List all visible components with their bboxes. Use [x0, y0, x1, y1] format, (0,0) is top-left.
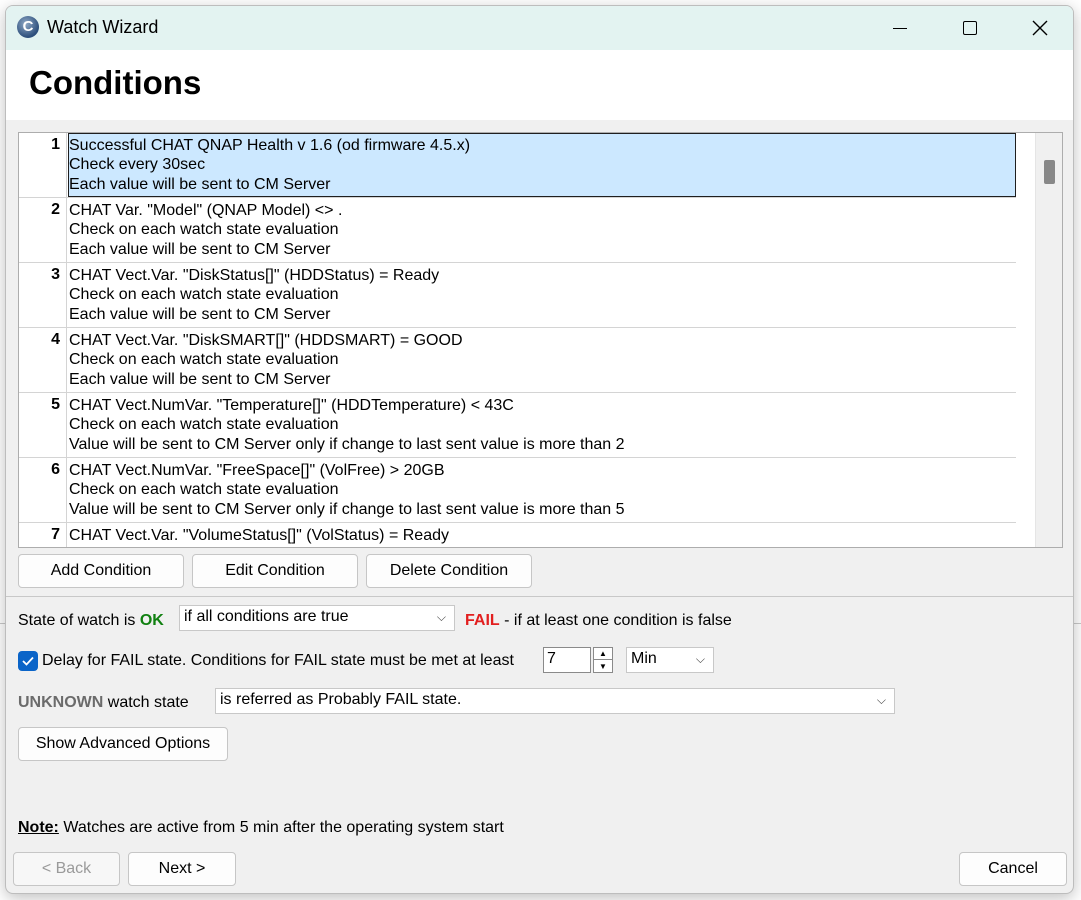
delay-spinner: ▲ ▼	[593, 647, 613, 673]
condition-text: CHAT Vect.NumVar. "Temperature[]" (HDDTe…	[68, 393, 1016, 457]
condition-number: 1	[19, 133, 67, 197]
edit-condition-button[interactable]: Edit Condition	[192, 554, 358, 588]
condition-line: CHAT Vect.NumVar. "FreeSpace[]" (VolFree…	[69, 462, 445, 479]
condition-line: CHAT Var. "Model" (QNAP Model) <> .	[69, 202, 343, 219]
watch-wizard-window: C Watch Wizard Conditions 1 Successful CH…	[5, 5, 1074, 894]
condition-line	[69, 545, 1016, 547]
fail-label: FAIL	[465, 612, 500, 629]
minimize-icon	[893, 27, 907, 29]
state-condition-select[interactable]: if all conditions are true ⌵	[179, 605, 455, 631]
condition-line: Each value will be sent to CM Server	[69, 240, 331, 258]
next-button[interactable]: Next >	[128, 852, 236, 886]
condition-text: CHAT Var. "Model" (QNAP Model) <> . Check…	[68, 198, 1016, 262]
condition-line: Check on each watch state evaluation	[69, 416, 339, 434]
condition-line: Check on each watch state evaluation	[69, 481, 339, 499]
condition-line: Check every 30sec	[69, 156, 206, 174]
condition-text: CHAT Vect.Var. "DiskStatus[]" (HDDStatus…	[68, 263, 1016, 327]
chevron-down-icon: ⌵	[695, 652, 705, 666]
condition-line: Each value will be sent to CM Server	[69, 370, 331, 388]
unknown-suffix: watch state	[103, 694, 189, 711]
add-condition-button[interactable]: Add Condition	[18, 554, 184, 588]
delay-fail-checkbox[interactable]	[18, 651, 38, 671]
condition-row[interactable]: 2 CHAT Var. "Model" (QNAP Model) <> . Chec…	[19, 198, 1016, 263]
minimize-button[interactable]	[865, 6, 935, 50]
condition-text: CHAT Vect.Var. "DiskSMART[]" (HDDSMART) …	[68, 328, 1016, 392]
maximize-button[interactable]	[935, 6, 1005, 50]
background-app-edge-right	[1073, 80, 1081, 100]
app-icon: C	[17, 16, 39, 38]
condition-number: 5	[19, 393, 67, 457]
condition-number: 6	[19, 458, 67, 522]
wizard-header: Conditions	[6, 50, 1073, 120]
condition-line: CHAT Vect.Var. "VolumeStatus[]" (VolStat…	[69, 527, 449, 544]
spin-down-button[interactable]: ▼	[593, 660, 613, 673]
delete-condition-button[interactable]: Delete Condition	[366, 554, 532, 588]
spin-up-button[interactable]: ▲	[593, 647, 613, 660]
chevron-down-icon: ⌵	[876, 693, 886, 707]
condition-line: Successful CHAT QNAP Health v 1.6 (od fi…	[69, 137, 471, 154]
condition-line: Value will be sent to CM Server only if …	[69, 435, 625, 453]
window-title: Watch Wizard	[47, 17, 159, 37]
unknown-state-select[interactable]: is referred as Probably FAIL state. ⌵	[215, 688, 895, 714]
page-title: Conditions	[29, 64, 202, 101]
condition-number: 2	[19, 198, 67, 262]
condition-line: Check on each watch state evaluation	[69, 221, 339, 239]
unknown-state-value: is referred as Probably FAIL state.	[220, 691, 462, 708]
condition-number: 3	[19, 263, 67, 327]
condition-row[interactable]: 4 CHAT Vect.Var. "DiskSMART[]" (HDDSMART)…	[19, 328, 1016, 393]
condition-row[interactable]: 7 CHAT Vect.Var. "VolumeStatus[]" (VolSta…	[19, 523, 1016, 547]
list-scrollbar[interactable]	[1035, 133, 1062, 547]
show-advanced-options-button[interactable]: Show Advanced Options	[18, 727, 228, 761]
delay-fail-label: Delay for FAIL state. Conditions for FAI…	[42, 652, 514, 669]
title-bar[interactable]: C Watch Wizard	[6, 6, 1073, 50]
condition-line: Check on each watch state evaluation	[69, 286, 339, 304]
scrollbar-thumb[interactable]	[1044, 160, 1055, 184]
condition-line: CHAT Vect.NumVar. "Temperature[]" (HDDTe…	[69, 397, 514, 414]
chevron-down-icon: ⌵	[436, 610, 446, 624]
section-divider	[6, 596, 1073, 597]
delay-value-input[interactable]: 7	[543, 647, 591, 673]
state-label: State of watch is OK	[18, 612, 164, 630]
checkmark-icon	[22, 656, 34, 666]
condition-row[interactable]: 6 CHAT Vect.NumVar. "FreeSpace[]" (VolFre…	[19, 458, 1016, 523]
condition-line: Each value will be sent to CM Server	[69, 175, 331, 193]
state-condition-value: if all conditions are true	[184, 608, 349, 625]
condition-number: 7	[19, 523, 67, 547]
condition-line: CHAT Vect.Var. "DiskSMART[]" (HDDSMART) …	[69, 332, 463, 349]
condition-text: CHAT Vect.NumVar. "FreeSpace[]" (VolFree…	[68, 458, 1016, 522]
fail-description: FAIL - if at least one condition is fals…	[465, 612, 732, 630]
condition-line: Check on each watch state evaluation	[69, 351, 339, 369]
delay-unit-value: Min	[631, 650, 657, 667]
delay-unit-select[interactable]: Min ⌵	[626, 647, 714, 673]
condition-row[interactable]: 3 CHAT Vect.Var. "DiskStatus[]" (HDDStatu…	[19, 263, 1016, 328]
condition-text: CHAT Vect.Var. "VolumeStatus[]" (VolStat…	[68, 523, 1016, 547]
state-prefix: State of watch is	[18, 612, 140, 629]
condition-number: 4	[19, 328, 67, 392]
condition-line: Value will be sent to CM Server only if …	[69, 500, 625, 518]
back-button[interactable]: < Back	[13, 852, 120, 886]
condition-row[interactable]: 5 CHAT Vect.NumVar. "Temperature[]" (HDDT…	[19, 393, 1016, 458]
condition-line: CHAT Vect.Var. "DiskStatus[]" (HDDStatus…	[69, 267, 440, 284]
unknown-state-label: UNKNOWN watch state	[18, 694, 189, 712]
cancel-button[interactable]: Cancel	[959, 852, 1067, 886]
fail-suffix: - if at least one condition is false	[499, 612, 732, 629]
note-text: Note: Watches are active from 5 min afte…	[18, 819, 504, 837]
note-label: Note:	[18, 819, 59, 836]
note-body: Watches are active from 5 min after the …	[58, 819, 504, 836]
maximize-icon	[963, 21, 977, 35]
condition-text: Successful CHAT QNAP Health v 1.6 (od fi…	[68, 133, 1016, 197]
close-icon	[1032, 20, 1048, 36]
background-divider-right	[1073, 623, 1081, 624]
unknown-label: UNKNOWN	[18, 694, 104, 711]
close-button[interactable]	[1005, 6, 1073, 50]
condition-line: Each value will be sent to CM Server	[69, 305, 331, 323]
conditions-list[interactable]: 1 Successful CHAT QNAP Health v 1.6 (od f…	[18, 132, 1063, 548]
condition-row[interactable]: 1 Successful CHAT QNAP Health v 1.6 (od f…	[19, 133, 1016, 198]
ok-label: OK	[139, 612, 164, 629]
